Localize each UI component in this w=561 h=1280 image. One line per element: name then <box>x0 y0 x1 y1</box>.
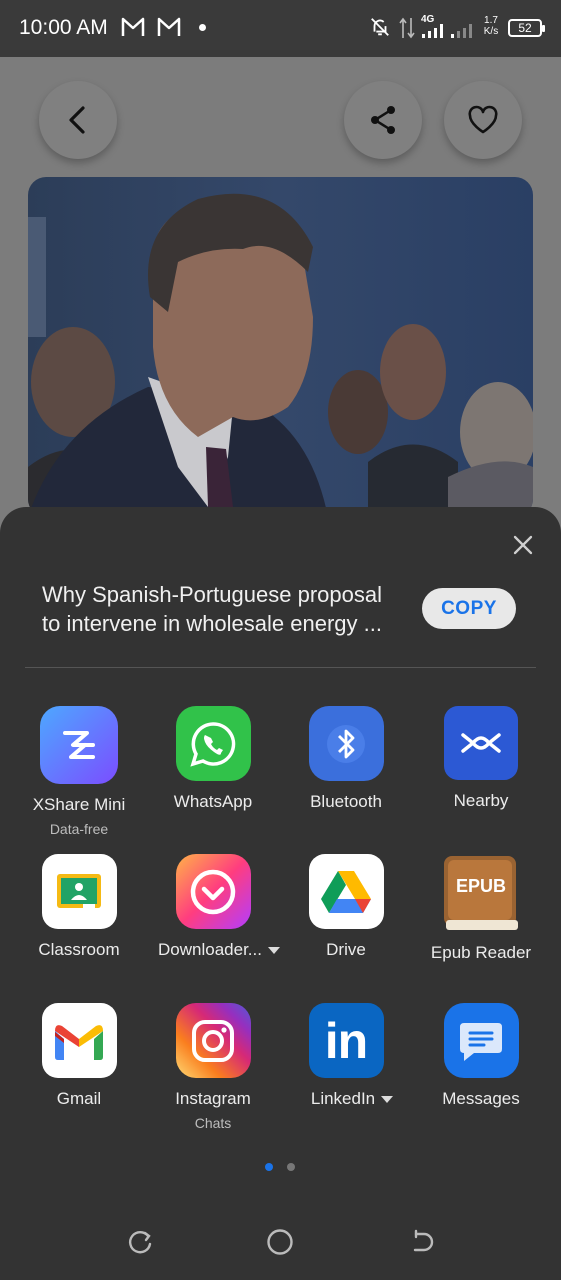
messages-icon <box>443 1003 519 1078</box>
recent-apps-button[interactable] <box>120 1222 160 1262</box>
app-label: WhatsApp <box>146 792 280 812</box>
app-label: Gmail <box>12 1089 146 1109</box>
app-label-text: XShare Mini <box>32 795 126 814</box>
downloader-icon <box>175 854 251 929</box>
article-photo <box>28 177 533 517</box>
chevron-down-icon[interactable] <box>381 1095 394 1103</box>
close-button[interactable] <box>508 530 538 560</box>
app-label-text: LinkedIn <box>310 1089 376 1108</box>
notification-dot-icon <box>199 24 206 31</box>
app-downloader[interactable]: Downloader... <box>146 854 280 960</box>
app-gmail[interactable]: Gmail <box>12 1003 146 1109</box>
app-label-text: Drive <box>326 940 366 959</box>
app-label: Nearby <box>414 791 548 811</box>
home-button[interactable] <box>260 1222 300 1262</box>
gmail-m-icon <box>157 17 181 36</box>
share-title-line-1: Why Spanish-Portuguese proposal <box>42 582 382 607</box>
app-messages[interactable]: Messages <box>414 1003 548 1109</box>
app-label-text: Nearby <box>453 791 509 810</box>
app-sublabel: Chats <box>194 1115 232 1131</box>
app-label: LinkedIn <box>291 1089 413 1109</box>
heart-icon <box>468 105 498 134</box>
app-label: Drive <box>279 940 413 960</box>
app-label: Messages <box>414 1089 548 1109</box>
share-title: Why Spanish-Portuguese proposal to inter… <box>42 580 412 638</box>
app-label: Instagram <box>146 1089 280 1109</box>
page-dot-active[interactable] <box>265 1163 273 1171</box>
divider <box>25 667 536 668</box>
bluetooth-icon <box>308 706 384 781</box>
app-instagram[interactable]: Instagram Chats <box>146 1003 280 1131</box>
app-sublabel: Data-free <box>49 821 109 837</box>
article-hero-image <box>28 177 533 517</box>
whatsapp-icon <box>175 706 251 781</box>
back-nav-button[interactable] <box>401 1222 441 1262</box>
app-label: XShare Mini <box>12 795 146 815</box>
share-title-line-2: to intervene in wholesale energy ... <box>42 611 382 636</box>
app-label-text: Downloader... <box>158 940 262 959</box>
app-label: Bluetooth <box>279 792 413 812</box>
app-label-text: Epub Reader <box>430 943 532 962</box>
app-label-text: WhatsApp <box>173 792 253 811</box>
xshare-icon <box>40 706 118 784</box>
app-drive[interactable]: Drive <box>279 854 413 960</box>
recent-apps-icon <box>129 1231 152 1254</box>
back-icon <box>413 1229 434 1252</box>
app-label-text: Classroom <box>38 940 120 959</box>
close-icon <box>513 535 533 555</box>
gmail-m-icon <box>121 17 145 36</box>
bell-off-icon <box>371 18 389 36</box>
status-bar: 10:00 AM 4G 1.7 K/s 52 <box>0 0 561 57</box>
app-classroom[interactable]: Classroom <box>12 854 146 960</box>
app-label-text: Instagram <box>175 1089 251 1108</box>
status-time: 10:00 AM <box>19 16 108 39</box>
chevron-left-icon <box>69 106 85 134</box>
app-whatsapp[interactable]: WhatsApp <box>146 706 280 812</box>
net-speed-unit: K/s <box>483 26 499 37</box>
signal-icon <box>451 24 472 38</box>
classroom-icon <box>41 854 117 929</box>
app-epub-reader[interactable]: EPUB Epub Reader <box>414 854 548 963</box>
battery-icon: 52 <box>508 19 545 37</box>
app-label: Downloader... <box>158 940 280 960</box>
app-bluetooth[interactable]: Bluetooth <box>279 706 413 812</box>
instagram-icon <box>175 1003 251 1078</box>
app-nearby[interactable]: Nearby <box>414 706 548 811</box>
app-label: Epub Reader <box>414 943 548 963</box>
net-speed-value: 1.7 <box>484 15 498 26</box>
linkedin-icon: in <box>308 1003 384 1078</box>
app-linkedin[interactable]: in LinkedIn <box>279 1003 413 1109</box>
share-icon <box>371 106 395 134</box>
copy-button[interactable]: COPY <box>422 588 516 629</box>
app-label-text: Messages <box>442 1089 520 1108</box>
navigation-bar <box>0 1200 561 1280</box>
battery-level: 52 <box>518 21 532 35</box>
epub-icon: EPUB <box>442 854 520 932</box>
home-icon <box>267 1229 293 1255</box>
epub-badge-text: EPUB <box>456 876 506 896</box>
data-arrows-icon <box>399 17 415 39</box>
gmail-icon <box>41 1003 117 1078</box>
linkedin-badge-text: in <box>324 1012 368 1069</box>
page-dot[interactable] <box>287 1163 295 1171</box>
share-button[interactable] <box>344 81 422 159</box>
signal-icon <box>422 24 443 38</box>
app-label-text: Bluetooth <box>310 792 382 811</box>
nearby-icon <box>444 706 518 780</box>
app-label: Classroom <box>12 940 146 960</box>
favorite-button[interactable] <box>444 81 522 159</box>
net-speed: 1.7 K/s <box>481 15 501 37</box>
drive-icon <box>308 854 384 929</box>
back-button[interactable] <box>39 81 117 159</box>
app-xshare-mini[interactable]: XShare Mini Data-free <box>12 706 146 837</box>
app-label-text: Gmail <box>56 1089 102 1108</box>
